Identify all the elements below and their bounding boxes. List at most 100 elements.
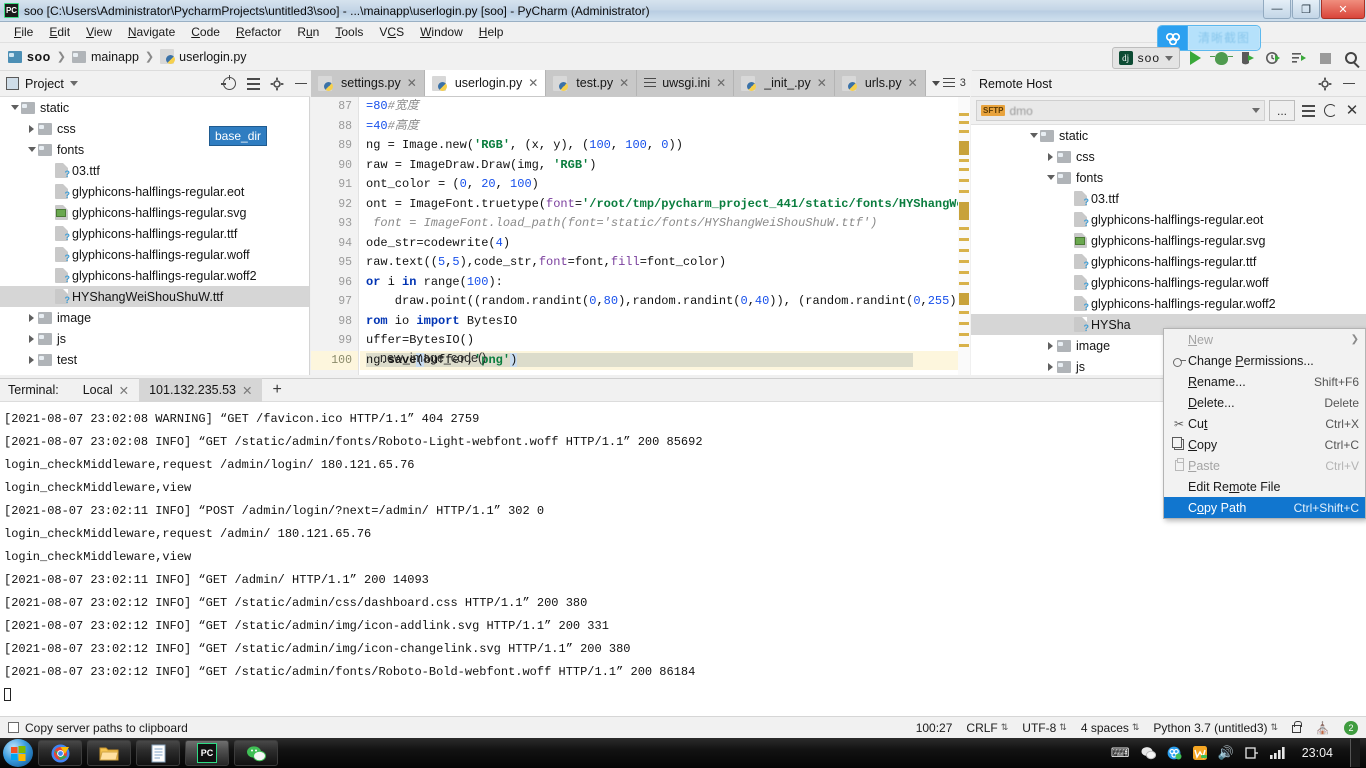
sftp-connection-select[interactable]: SFTP dmo <box>976 100 1265 121</box>
breadcrumb-item-mainapp[interactable]: mainapp <box>91 50 139 64</box>
tree-folder-row[interactable]: static <box>0 97 309 118</box>
wechat-taskbar-button[interactable] <box>234 740 278 766</box>
tree-file-row[interactable]: glyphicons-halflings-regular.eot <box>971 209 1366 230</box>
collapse-all-button[interactable] <box>1299 102 1317 120</box>
new-terminal-button[interactable]: + <box>262 381 291 399</box>
tree-file-row[interactable]: HYShangWeiShouShuW.ttf <box>0 286 309 307</box>
pycharm-taskbar-button[interactable]: PC <box>185 740 229 766</box>
context-menu-item[interactable]: Rename... Shift+F6 <box>1164 371 1365 392</box>
tree-folder-row[interactable]: js <box>0 328 309 349</box>
caret-position[interactable]: 100:27 <box>916 721 953 735</box>
notepad-taskbar-button[interactable] <box>136 740 180 766</box>
wechat-tray-icon[interactable] <box>1141 746 1156 760</box>
editor-tab[interactable]: settings.py ✕ <box>311 70 425 96</box>
code-content[interactable]: =80#宽度 =40#高度 ng = Image.new('RGB', (x, … <box>360 97 970 375</box>
context-menu-item[interactable]: Copy Ctrl+C <box>1164 434 1365 455</box>
tree-file-row[interactable]: glyphicons-halflings-regular.svg <box>0 202 309 223</box>
menu-edit[interactable]: Edit <box>41 23 78 41</box>
line-number[interactable]: 93 <box>311 214 358 234</box>
line-number[interactable]: 90 <box>311 156 358 176</box>
taskbar-clock[interactable]: 23:04 <box>1302 746 1333 760</box>
keyboard-icon[interactable]: ⌨ <box>1111 745 1130 761</box>
project-panel-title[interactable]: Project <box>25 77 64 91</box>
editor-tab[interactable]: _init_.py ✕ <box>734 70 835 96</box>
menu-view[interactable]: View <box>78 23 120 41</box>
menu-code[interactable]: Code <box>183 23 228 41</box>
terminal-tab-remote[interactable]: 101.132.235.53 ✕ <box>139 378 263 402</box>
show-desktop-button[interactable] <box>1350 739 1360 767</box>
line-number[interactable]: 96 <box>311 273 358 293</box>
tree-twisty[interactable] <box>8 105 21 110</box>
collapse-all-button[interactable] <box>244 75 262 93</box>
scroll-from-source-button[interactable] <box>220 75 238 93</box>
editor-tab[interactable]: urls.py ✕ <box>834 70 926 96</box>
line-number[interactable]: 95 <box>311 253 358 273</box>
tree-twisty[interactable] <box>25 313 38 322</box>
search-everywhere-button[interactable] <box>1340 47 1362 69</box>
interpreter-selector[interactable]: Python 3.7 (untitled3) ⇅ <box>1153 721 1278 735</box>
run-console-button[interactable] <box>1288 47 1310 69</box>
menu-refactor[interactable]: Refactor <box>228 23 289 41</box>
cloud-sync-tray-icon[interactable] <box>1167 746 1182 760</box>
line-number[interactable]: 91 <box>311 175 358 195</box>
refresh-button[interactable] <box>1321 102 1339 120</box>
line-number[interactable]: 99 <box>311 331 358 351</box>
close-button[interactable]: ✕ <box>1321 0 1365 19</box>
tree-file-row[interactable]: glyphicons-halflings-regular.woff <box>971 272 1366 293</box>
context-menu-item[interactable]: Edit Remote File <box>1164 476 1365 497</box>
line-number[interactable]: 89 <box>311 136 358 156</box>
breadcrumb-item-file[interactable]: userlogin.py <box>179 50 246 64</box>
tree-folder-row[interactable]: static <box>971 125 1366 146</box>
menu-help[interactable]: Help <box>471 23 512 41</box>
profile-button[interactable] <box>1262 47 1284 69</box>
line-number[interactable]: 92 <box>311 195 358 215</box>
tree-folder-row[interactable]: test <box>0 349 309 370</box>
editor-tab[interactable]: userlogin.py ✕ <box>424 70 547 96</box>
debug-button[interactable] <box>1209 47 1233 69</box>
context-menu-item[interactable]: Change Permissions... <box>1164 350 1365 371</box>
explorer-taskbar-button[interactable] <box>87 740 131 766</box>
run-configuration-selector[interactable]: dj soo <box>1111 47 1180 69</box>
close-icon[interactable]: ✕ <box>817 76 827 90</box>
code-editor[interactable]: 87 88 89 90 91 92 93 94 95 96 97 98 99 100 =80#宽度 =40… <box>311 97 970 375</box>
terminal-tab-local[interactable]: Local ✕ <box>73 378 139 402</box>
line-number[interactable]: 100 <box>311 350 358 370</box>
lock-toggle[interactable] <box>1292 721 1303 733</box>
menu-vcs[interactable]: VCS <box>371 23 412 41</box>
tree-file-row[interactable]: glyphicons-halflings-regular.woff2 <box>971 293 1366 314</box>
chrome-taskbar-button[interactable] <box>38 740 82 766</box>
signal-bars-icon[interactable] <box>1269 747 1287 759</box>
editor-tab[interactable]: uwsgi.ini ✕ <box>637 70 735 96</box>
tree-twisty[interactable] <box>25 124 38 133</box>
tree-twisty[interactable] <box>25 147 38 152</box>
line-number[interactable]: 94 <box>311 234 358 254</box>
tree-twisty[interactable] <box>1044 175 1057 180</box>
volume-icon[interactable]: 🔊 <box>1218 745 1234 761</box>
tree-file-row[interactable]: glyphicons-halflings-regular.ttf <box>971 251 1366 272</box>
tree-folder-row[interactable]: css <box>971 146 1366 167</box>
menu-run[interactable]: Run <box>289 23 327 41</box>
tree-file-row[interactable]: glyphicons-halflings-regular.woff <box>0 244 309 265</box>
editor-tabs-overflow[interactable]: 3 <box>925 70 972 96</box>
minimize-button[interactable]: — <box>1263 0 1291 19</box>
indent-selector[interactable]: 4 spaces ⇅ <box>1081 721 1140 735</box>
chevron-down-icon[interactable] <box>69 81 78 86</box>
tree-file-row[interactable]: glyphicons-halflings-regular.eot <box>0 181 309 202</box>
encoding-selector[interactable]: UTF-8 ⇅ <box>1022 721 1067 735</box>
close-icon[interactable]: ✕ <box>407 76 417 90</box>
tree-folder-row[interactable]: fonts <box>971 167 1366 188</box>
tree-file-row[interactable]: glyphicons-halflings-regular.woff2 <box>0 265 309 286</box>
remote-host-settings-button[interactable] <box>1316 75 1334 93</box>
remote-file-context-menu[interactable]: New ❯ Change Permissions... Rename... Shift+… <box>1163 328 1366 519</box>
close-icon[interactable]: ✕ <box>528 76 538 90</box>
hector-inspection-toggle[interactable]: ⛪ <box>1315 721 1330 735</box>
run-button[interactable] <box>1184 47 1206 69</box>
editor-error-stripe[interactable] <box>958 97 970 375</box>
tree-twisty[interactable] <box>25 334 38 343</box>
close-icon[interactable]: ✕ <box>242 383 252 398</box>
stop-button[interactable] <box>1314 47 1336 69</box>
tree-folder-row[interactable]: image <box>0 307 309 328</box>
tree-twisty[interactable] <box>1044 341 1057 350</box>
tree-twisty[interactable] <box>1044 362 1057 371</box>
browse-connections-button[interactable]: ... <box>1269 100 1295 121</box>
